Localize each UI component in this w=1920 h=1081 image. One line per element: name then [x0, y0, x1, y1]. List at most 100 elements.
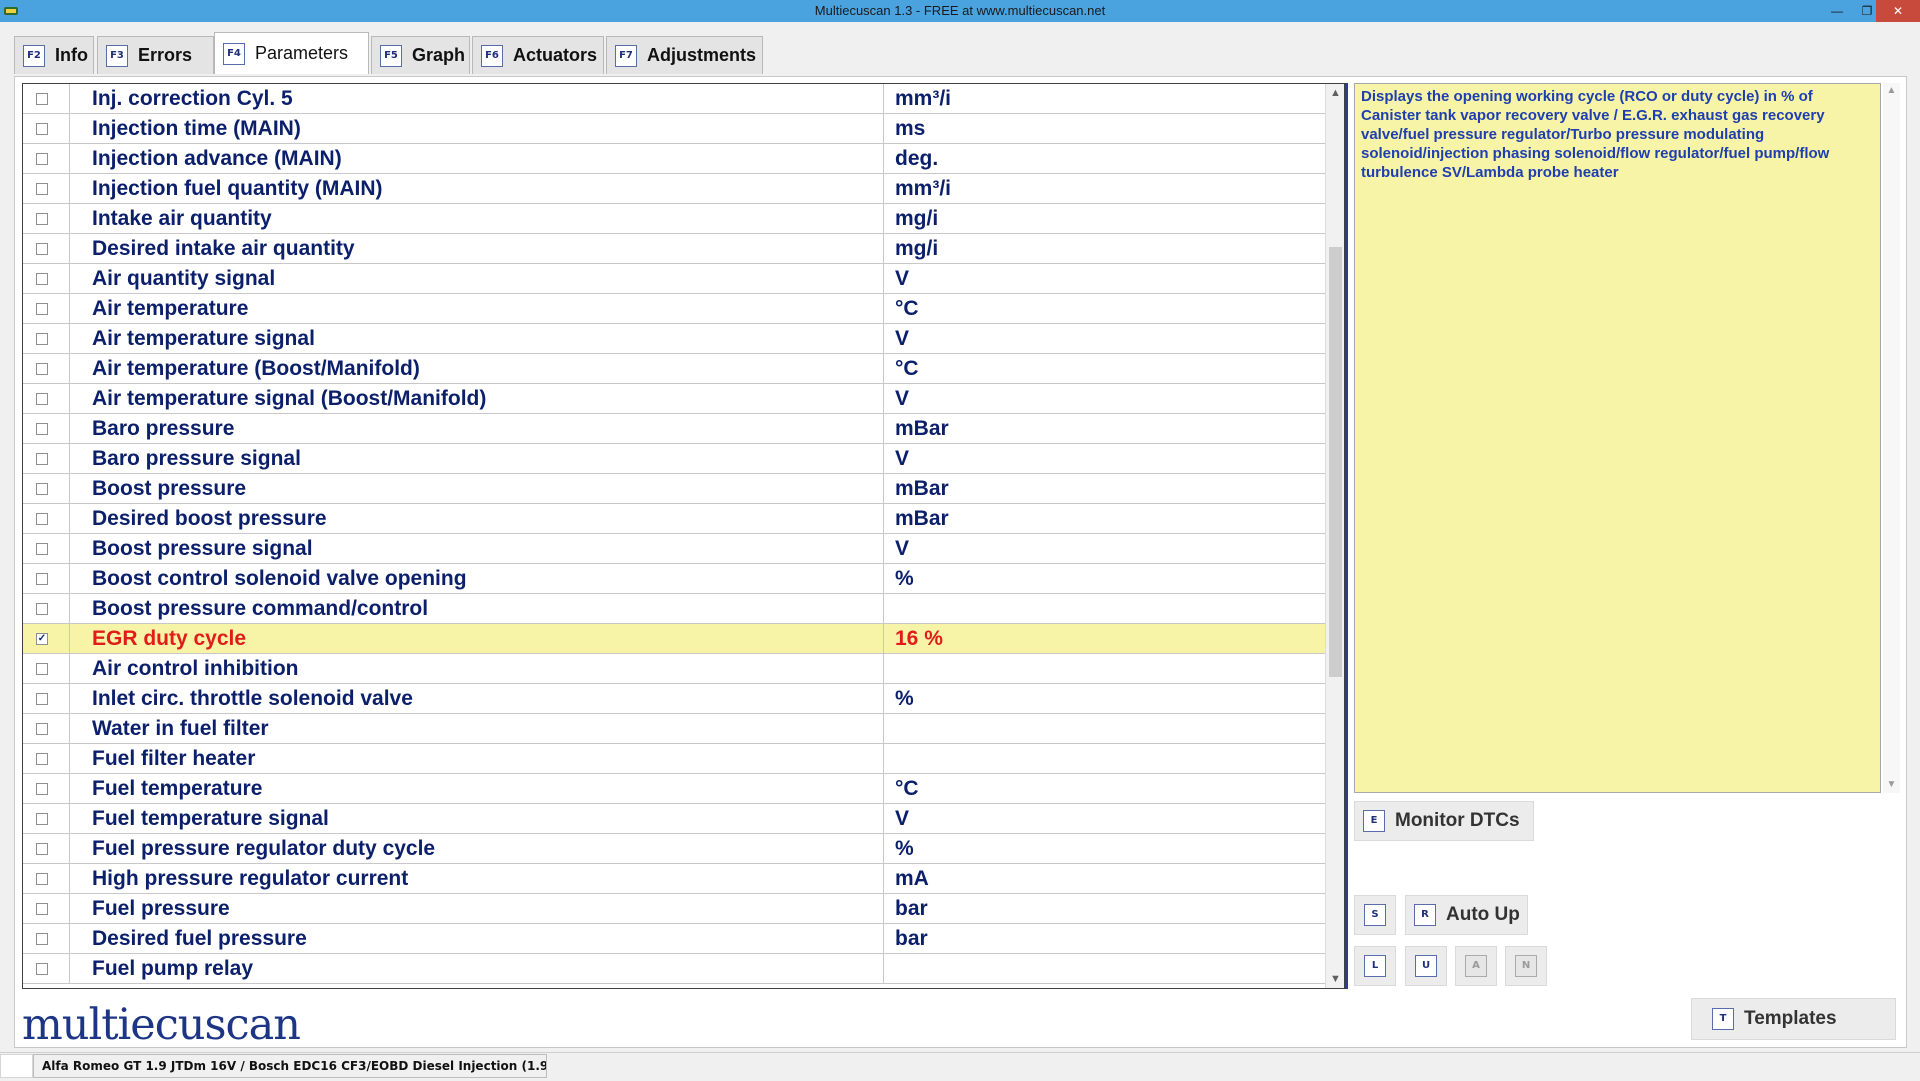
- table-row[interactable]: Baro pressure signal V: [23, 444, 1325, 474]
- checkbox[interactable]: [36, 753, 48, 765]
- tab-parameters[interactable]: F4 Parameters: [214, 32, 369, 74]
- checkbox[interactable]: [36, 453, 48, 465]
- checkbox[interactable]: [36, 333, 48, 345]
- grid-scrollbar[interactable]: ▲ ▼: [1325, 84, 1344, 988]
- scroll-down-icon[interactable]: ▼: [1326, 970, 1344, 988]
- checkbox[interactable]: [36, 963, 48, 975]
- u-button[interactable]: U: [1405, 946, 1447, 986]
- table-row[interactable]: Injection advance (MAIN) deg.: [23, 144, 1325, 174]
- table-row[interactable]: Air temperature signal (Boost/Manifold) V: [23, 384, 1325, 414]
- checkbox[interactable]: [36, 573, 48, 585]
- checkbox[interactable]: [36, 813, 48, 825]
- table-row[interactable]: Fuel pressure regulator duty cycle%: [23, 834, 1325, 864]
- tab-adjustments[interactable]: F7 Adjustments: [606, 36, 763, 74]
- table-row[interactable]: Fuel filter heater: [23, 744, 1325, 774]
- table-row[interactable]: Air quantity signal V: [23, 264, 1325, 294]
- parameter-unit: mBar: [883, 474, 1325, 504]
- scroll-thumb[interactable]: [1329, 247, 1342, 677]
- checkbox[interactable]: [36, 543, 48, 555]
- table-row[interactable]: Fuel pressure bar: [23, 894, 1325, 924]
- table-row[interactable]: Injection time (MAIN) ms: [23, 114, 1325, 144]
- table-row[interactable]: ✓ EGR duty cycle 16 %: [23, 624, 1325, 654]
- table-row[interactable]: Air temperature °C: [23, 294, 1325, 324]
- close-button[interactable]: ✕: [1876, 0, 1920, 22]
- tab-actuators[interactable]: F6 Actuators: [472, 36, 604, 74]
- checkbox[interactable]: [36, 423, 48, 435]
- table-row[interactable]: Inj. correction Cyl. 5 mm³/i: [23, 84, 1325, 114]
- table-row[interactable]: Baro pressure mBar: [23, 414, 1325, 444]
- table-row[interactable]: Boost pressure command/control: [23, 594, 1325, 624]
- tab-errors[interactable]: F3 Errors: [97, 36, 214, 74]
- panel-divider[interactable]: [1345, 83, 1351, 989]
- f4-key-icon: F4: [223, 42, 245, 65]
- f5-key-icon: F5: [380, 44, 402, 67]
- table-row[interactable]: Boost pressure signal V: [23, 534, 1325, 564]
- title-bar: Multiecuscan 1.3 - FREE at www.multiecus…: [0, 0, 1920, 22]
- table-row[interactable]: High pressure regulator current mA: [23, 864, 1325, 894]
- scroll-down-icon[interactable]: ▼: [1883, 777, 1900, 793]
- templates-button[interactable]: T Templates: [1691, 998, 1896, 1040]
- parameter-unit: V: [883, 444, 1325, 474]
- table-row[interactable]: Boost control solenoid valve opening%: [23, 564, 1325, 594]
- parameters-grid: Inj. correction Cyl. 5 mm³/i Injection tim…: [22, 83, 1345, 989]
- checkbox[interactable]: [36, 93, 48, 105]
- l-button[interactable]: L: [1354, 946, 1396, 986]
- checkbox[interactable]: [36, 273, 48, 285]
- checkbox[interactable]: [36, 303, 48, 315]
- table-row[interactable]: Desired boost pressure mBar: [23, 504, 1325, 534]
- table-row[interactable]: Fuel temperature °C: [23, 774, 1325, 804]
- s-button[interactable]: S: [1354, 895, 1396, 935]
- checkbox[interactable]: [36, 933, 48, 945]
- n-button[interactable]: N: [1505, 946, 1547, 986]
- a-button[interactable]: A: [1455, 946, 1497, 986]
- table-row[interactable]: Desired fuel pressure bar: [23, 924, 1325, 954]
- table-row[interactable]: Inlet circ. throttle solenoid valve%: [23, 684, 1325, 714]
- r-key-icon: R: [1414, 904, 1436, 926]
- checkbox[interactable]: [36, 783, 48, 795]
- table-row[interactable]: Fuel temperature signal V: [23, 804, 1325, 834]
- monitor-dtcs-button[interactable]: E Monitor DTCs: [1354, 801, 1534, 841]
- auto-up-button[interactable]: R Auto Up: [1405, 895, 1528, 935]
- table-row[interactable]: Injection fuel quantity (MAIN) mm³/i: [23, 174, 1325, 204]
- checkbox[interactable]: [36, 843, 48, 855]
- vehicle-info: Alfa Romeo GT 1.9 JTDm 16V / Bosch EDC16…: [33, 1054, 547, 1078]
- checkbox[interactable]: [36, 483, 48, 495]
- checkbox[interactable]: [36, 903, 48, 915]
- checkbox[interactable]: [36, 513, 48, 525]
- parameter-unit: V: [883, 534, 1325, 564]
- parameter-unit: 16 %: [883, 624, 1325, 654]
- checkbox[interactable]: [36, 153, 48, 165]
- checkbox[interactable]: [36, 393, 48, 405]
- table-row[interactable]: Desired intake air quantity mg/i: [23, 234, 1325, 264]
- checkbox[interactable]: [36, 363, 48, 375]
- checkbox-checked[interactable]: ✓: [36, 633, 48, 645]
- status-bar: Alfa Romeo GT 1.9 JTDm 16V / Bosch EDC16…: [0, 1052, 1920, 1081]
- checkbox[interactable]: [36, 663, 48, 675]
- description-scrollbar[interactable]: ▲ ▼: [1883, 83, 1900, 793]
- checkbox[interactable]: [36, 243, 48, 255]
- scroll-up-icon[interactable]: ▲: [1883, 83, 1900, 99]
- checkbox[interactable]: [36, 723, 48, 735]
- minimize-button[interactable]: —: [1822, 0, 1852, 22]
- table-row[interactable]: Intake air quantity mg/i: [23, 204, 1325, 234]
- table-row[interactable]: Air temperature signal V: [23, 324, 1325, 354]
- table-row[interactable]: Air control inhibition: [23, 654, 1325, 684]
- table-row[interactable]: Water in fuel filter: [23, 714, 1325, 744]
- parameter-unit: bar: [883, 894, 1325, 924]
- table-row[interactable]: Boost pressure mBar: [23, 474, 1325, 504]
- table-row[interactable]: Fuel pump relay: [23, 954, 1325, 984]
- scroll-up-icon[interactable]: ▲: [1326, 84, 1344, 102]
- checkbox[interactable]: [36, 123, 48, 135]
- parameter-unit: [883, 654, 1325, 684]
- parameter-unit: mBar: [883, 414, 1325, 444]
- checkbox[interactable]: [36, 213, 48, 225]
- f2-key-icon: F2: [23, 44, 45, 67]
- tab-graph[interactable]: F5 Graph: [371, 36, 470, 74]
- checkbox[interactable]: [36, 603, 48, 615]
- tab-info[interactable]: F2 Info: [14, 36, 94, 74]
- checkbox[interactable]: [36, 693, 48, 705]
- checkbox[interactable]: [36, 873, 48, 885]
- parameter-unit: [883, 744, 1325, 774]
- table-row[interactable]: Air temperature (Boost/Manifold) °C: [23, 354, 1325, 384]
- checkbox[interactable]: [36, 183, 48, 195]
